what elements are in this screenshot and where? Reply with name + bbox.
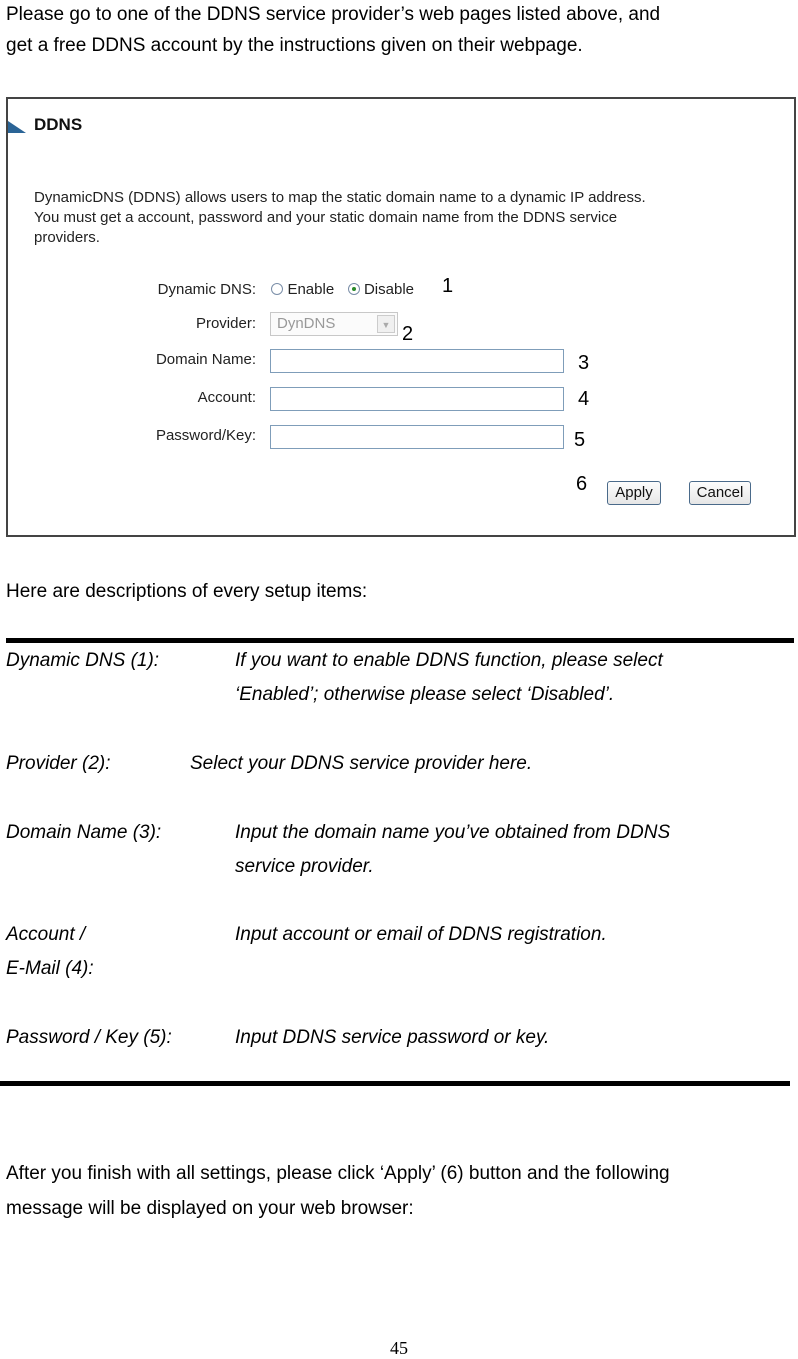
item-desc: Select your DDNS service provider here. — [190, 753, 533, 774]
intro-line-1: Please go to one of the DDNS service pro… — [6, 4, 661, 25]
ddns-screenshot: DDNS DynamicDNS (DDNS) allows users to m… — [6, 97, 796, 537]
callout-4: 4 — [578, 388, 590, 410]
item-desc: Input account or email of DDNS registrat… — [235, 924, 607, 945]
cancel-button[interactable]: Cancel — [689, 481, 751, 505]
item-desc: Input the domain name you’ve obtained fr… — [235, 822, 671, 843]
domain-name-label: Domain Name: — [155, 351, 256, 368]
item-term: Dynamic DNS (1): — [6, 650, 160, 671]
disable-radio[interactable] — [347, 283, 360, 295]
callout-2: 2 — [402, 323, 414, 345]
ddns-description: DynamicDNS (DDNS) allows users to map th… — [34, 188, 646, 248]
provider-value: DynDNS — [277, 315, 336, 332]
item-desc: ‘Enabled’; otherwise please select ‘Disa… — [235, 684, 615, 705]
password-label: Password/Key: — [155, 427, 256, 444]
provider-label: Provider: — [195, 315, 256, 332]
outro-line-2: message will be displayed on your web br… — [6, 1198, 414, 1219]
item-desc: If you want to enable DDNS function, ple… — [235, 650, 663, 671]
callout-6: 6 — [576, 473, 588, 495]
bottom-divider — [0, 1081, 790, 1086]
provider-select[interactable]: DynDNS ▼ — [270, 312, 398, 336]
dynamic-dns-radio-group: Enable Disable — [271, 281, 414, 299]
enable-option-label: Enable — [287, 281, 335, 298]
chevron-down-icon: ▼ — [377, 315, 395, 333]
section-triangle-icon — [8, 121, 26, 133]
callout-5: 5 — [574, 429, 586, 451]
callout-1: 1 — [442, 275, 454, 297]
intro-line-2: get a free DDNS account by the instructi… — [6, 35, 583, 56]
item-term: Provider (2): — [6, 753, 111, 774]
page-number: 45 — [390, 1338, 408, 1358]
disable-option-label: Disable — [363, 281, 414, 298]
item-desc: service provider. — [235, 856, 374, 877]
enable-radio[interactable] — [271, 283, 283, 295]
callout-3: 3 — [578, 352, 590, 374]
ddns-title: DDNS — [34, 115, 83, 134]
item-term: E-Mail (4): — [6, 958, 94, 979]
top-divider — [6, 638, 794, 643]
dynamic-dns-label: Dynamic DNS: — [157, 281, 256, 298]
outro-line-1: After you finish with all settings, plea… — [6, 1163, 670, 1184]
account-input[interactable] — [270, 387, 564, 411]
item-term: Password / Key (5): — [6, 1027, 172, 1048]
item-desc: Input DDNS service password or key. — [235, 1027, 550, 1048]
apply-button[interactable]: Apply — [607, 481, 661, 505]
description-line: You must get a account, password and you… — [34, 209, 618, 226]
description-line: providers. — [34, 229, 100, 246]
password-input[interactable] — [270, 425, 564, 449]
descriptions-heading: Here are descriptions of every setup ite… — [6, 581, 368, 602]
item-term: Account / — [6, 924, 86, 945]
item-term: Domain Name (3): — [6, 822, 162, 843]
description-line: DynamicDNS (DDNS) allows users to map th… — [34, 189, 646, 206]
domain-name-input[interactable] — [270, 349, 564, 373]
account-label: Account: — [197, 389, 256, 406]
